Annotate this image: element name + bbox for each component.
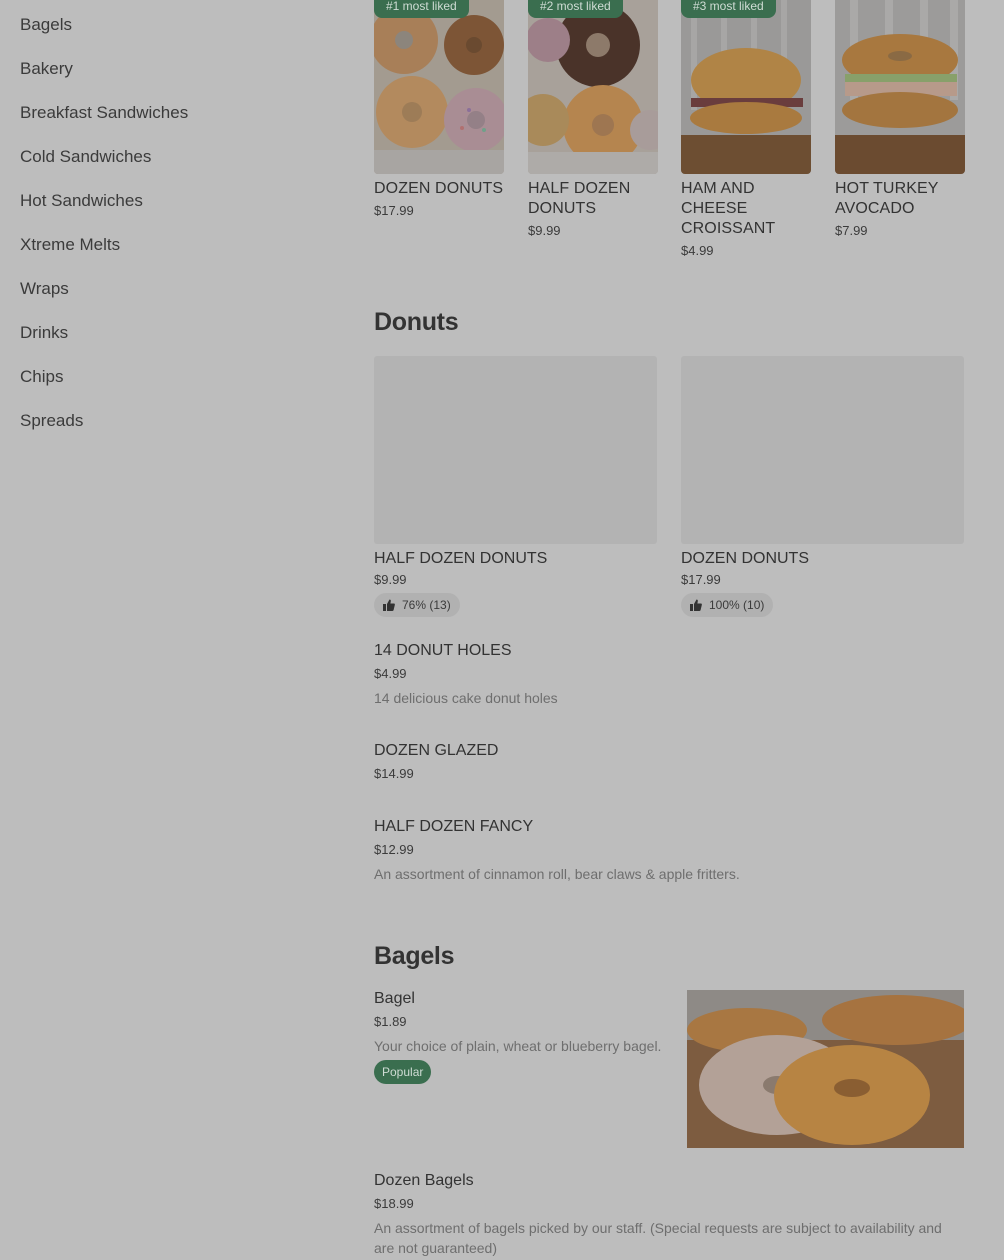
sidebar-item-breakfast-sandwiches[interactable]: Breakfast Sandwiches <box>20 102 320 146</box>
item-name: DOZEN GLAZED <box>374 742 499 759</box>
sidebar-item-cold-sandwiches[interactable]: Cold Sandwiches <box>20 146 320 190</box>
item-name: HALF DOZEN DONUTS <box>374 550 548 567</box>
item-price: $9.99 <box>374 572 407 587</box>
sidebar-item-spreads[interactable]: Spreads <box>20 410 320 454</box>
menu-item-card[interactable]: DOZEN DONUTS $17.99 100% (10) <box>681 356 964 617</box>
hot-turkey-avocado-image <box>835 0 965 174</box>
item-name: DOZEN DONUTS <box>681 550 809 567</box>
ham-cheese-croissant-image: #3 most liked <box>681 0 811 174</box>
menu-list-item[interactable]: HALF DOZEN FANCY $12.99 An assortment of… <box>374 816 964 884</box>
rating-text: 76% (13) <box>402 598 451 612</box>
sidebar-item-wraps[interactable]: Wraps <box>20 278 320 322</box>
item-price: $1.89 <box>374 1014 407 1029</box>
featured-item-name: HAM AND CHEESE CROISSANT <box>681 180 776 237</box>
item-name: 14 DONUT HOLES <box>374 642 512 659</box>
most-liked-badge: #3 most liked <box>681 0 776 18</box>
featured-item-card[interactable]: #1 most liked DOZEN DONUTS $17.99 <box>374 0 504 218</box>
menu-list-item[interactable]: Bagel $1.89 Your choice of plain, wheat … <box>374 988 674 1084</box>
featured-item-name: DOZEN DONUTS <box>374 180 504 197</box>
item-name: Dozen Bagels <box>374 1172 474 1189</box>
featured-item-card[interactable]: #3 most liked HAM AND CHEESE CROISSANT $… <box>681 0 811 258</box>
menu-list-item[interactable]: 14 DONUT HOLES $4.99 14 delicious cake d… <box>374 640 964 708</box>
category-sidebar: Bagels Bakery Breakfast Sandwiches Cold … <box>20 14 320 454</box>
sidebar-item-bakery[interactable]: Bakery <box>20 58 320 102</box>
dozen-donuts-image: #1 most liked <box>374 0 504 174</box>
featured-item-price: $4.99 <box>681 243 714 258</box>
thumbs-up-icon <box>690 599 702 611</box>
featured-item-price: $7.99 <box>835 223 868 238</box>
item-description: An assortment of cinnamon roll, bear cla… <box>374 866 740 882</box>
item-description: Your choice of plain, wheat or blueberry… <box>374 1038 662 1054</box>
most-liked-badge: #1 most liked <box>374 0 469 18</box>
item-name: HALF DOZEN FANCY <box>374 818 534 835</box>
featured-item-card[interactable]: #2 most liked HALF DOZEN DONUTS $9.99 <box>528 0 658 238</box>
featured-item-price: $9.99 <box>528 223 561 238</box>
item-price: $17.99 <box>681 572 721 587</box>
item-description: 14 delicious cake donut holes <box>374 690 558 706</box>
half-dozen-donuts-image: #2 most liked <box>528 0 658 174</box>
item-price: $18.99 <box>374 1196 414 1211</box>
most-liked-badge: #2 most liked <box>528 0 623 18</box>
section-title-bagels: Bagels <box>374 942 455 970</box>
rating-badge: 76% (13) <box>374 593 460 617</box>
menu-list-item[interactable]: Dozen Bagels $18.99 An assortment of bag… <box>374 1170 949 1258</box>
item-price: $12.99 <box>374 842 414 857</box>
rating-badge: 100% (10) <box>681 593 774 617</box>
item-price: $14.99 <box>374 766 414 781</box>
featured-item-name: HOT TURKEY AVOCADO <box>835 180 939 217</box>
item-price: $4.99 <box>374 666 407 681</box>
menu-list-item[interactable]: DOZEN GLAZED $14.99 <box>374 740 964 784</box>
item-name: Bagel <box>374 990 415 1007</box>
featured-item-card[interactable]: HOT TURKEY AVOCADO $7.99 <box>835 0 965 238</box>
menu-item-card[interactable]: HALF DOZEN DONUTS $9.99 76% (13) <box>374 356 657 617</box>
sidebar-item-hot-sandwiches[interactable]: Hot Sandwiches <box>20 190 320 234</box>
item-description: An assortment of bagels picked by our st… <box>374 1220 942 1256</box>
featured-item-price: $17.99 <box>374 203 414 218</box>
thumbs-up-icon <box>383 599 395 611</box>
bagel-image[interactable] <box>687 990 964 1148</box>
featured-item-name: HALF DOZEN DONUTS <box>528 180 631 217</box>
item-image-placeholder <box>374 356 657 544</box>
sidebar-item-bagels[interactable]: Bagels <box>20 14 320 58</box>
item-image-placeholder <box>681 356 964 544</box>
sidebar-item-xtreme-melts[interactable]: Xtreme Melts <box>20 234 320 278</box>
sidebar-item-drinks[interactable]: Drinks <box>20 322 320 366</box>
rating-text: 100% (10) <box>709 598 765 612</box>
sidebar-item-chips[interactable]: Chips <box>20 366 320 410</box>
popular-badge: Popular <box>374 1060 432 1084</box>
section-title-donuts: Donuts <box>374 308 459 336</box>
